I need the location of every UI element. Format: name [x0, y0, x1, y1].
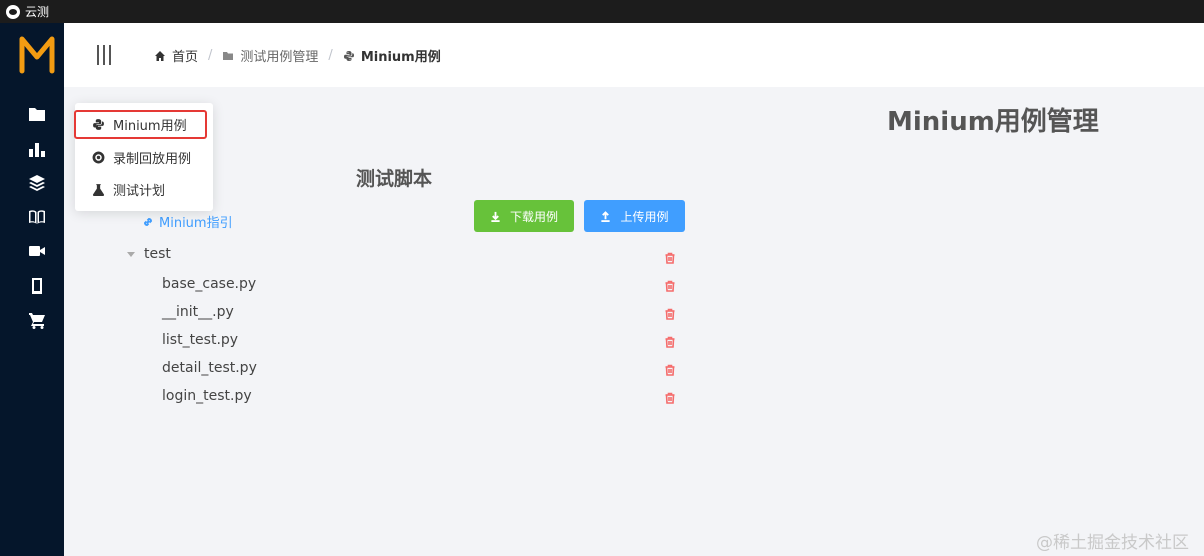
window-title: 云测	[25, 5, 50, 19]
video-camera-icon	[29, 246, 45, 256]
breadcrumb-home-label: 首页	[172, 50, 199, 65]
home-icon	[155, 50, 165, 61]
bar-chart-icon	[29, 143, 45, 157]
highlight-box	[74, 110, 207, 139]
delete-file-button[interactable]	[664, 361, 676, 376]
header: 首页 / 测试用例管理 / Minium用例	[64, 23, 1204, 87]
breadcrumb-case-management[interactable]: 测试用例管理	[222, 46, 318, 65]
folder-icon	[223, 51, 234, 60]
tree-folder-label: test	[144, 246, 171, 262]
sidebar-item-cart[interactable]	[26, 309, 48, 331]
breadcrumb-home[interactable]: 首页	[154, 46, 198, 65]
watermark: @稀土掘金技术社区	[1036, 533, 1189, 553]
upload-button-label: 上传用例	[620, 209, 669, 224]
page-title: Minium用例管理	[887, 107, 1099, 137]
tree-file[interactable]: __init__.py	[162, 304, 234, 320]
delete-file-button[interactable]	[664, 333, 676, 348]
upload-cases-button[interactable]: 上传用例	[584, 200, 685, 232]
menu-item-label: 测试计划	[113, 183, 166, 199]
window-titlebar: 云测	[0, 0, 1204, 23]
flask-icon	[92, 183, 105, 196]
minium-guide-label: Minium指引	[159, 216, 233, 231]
link-icon	[143, 217, 153, 226]
breadcrumb-separator: /	[328, 48, 333, 63]
record-icon	[92, 151, 105, 163]
menu-toggle-icon[interactable]	[97, 45, 111, 65]
tree-file[interactable]: detail_test.py	[162, 360, 257, 376]
layers-icon	[29, 175, 45, 191]
delete-file-button[interactable]	[664, 305, 676, 320]
logo[interactable]	[18, 33, 56, 75]
tree-file[interactable]: login_test.py	[162, 388, 252, 404]
breadcrumb-separator: /	[208, 48, 213, 63]
python-icon	[343, 50, 354, 61]
trash-icon	[665, 280, 675, 292]
sidebar-item-mobile[interactable]	[26, 275, 48, 297]
sidebar-item-video[interactable]	[26, 240, 48, 262]
sidebar	[0, 23, 64, 556]
mobile-icon	[32, 278, 42, 294]
cart-icon	[29, 313, 45, 329]
trash-icon	[665, 252, 675, 264]
minium-guide-link[interactable]: Minium指引	[142, 212, 233, 231]
sidebar-item-book[interactable]	[26, 206, 48, 228]
menu-item-test-plan[interactable]: 测试计划	[75, 174, 213, 204]
upload-icon	[601, 210, 611, 222]
breadcrumb: 首页 / 测试用例管理 / Minium用例	[154, 46, 441, 65]
delete-file-button[interactable]	[664, 389, 676, 404]
trash-icon	[665, 392, 675, 404]
tree-folder[interactable]: test	[127, 246, 171, 262]
wechat-icon	[6, 4, 20, 19]
menu-item-record-replay[interactable]: 录制回放用例	[75, 142, 213, 172]
trash-icon	[665, 308, 675, 320]
tree-file[interactable]: list_test.py	[162, 332, 238, 348]
sidebar-item-folder[interactable]	[26, 103, 48, 125]
download-button-label: 下载用例	[509, 209, 558, 224]
delete-folder-button[interactable]	[664, 249, 676, 264]
trash-icon	[665, 364, 675, 376]
trash-icon	[665, 336, 675, 348]
sidebar-item-layers[interactable]	[26, 172, 48, 194]
menu-item-label: 录制回放用例	[113, 151, 192, 167]
sidebar-item-chart[interactable]	[26, 138, 48, 160]
breadcrumb-current: Minium用例	[343, 46, 441, 65]
tree-file[interactable]: base_case.py	[162, 276, 256, 292]
download-cases-button[interactable]: 下载用例	[474, 200, 574, 232]
book-icon	[29, 210, 45, 224]
download-icon	[491, 211, 500, 222]
breadcrumb-section-label: 测试用例管理	[240, 50, 319, 65]
delete-file-button[interactable]	[664, 277, 676, 292]
caret-down-icon[interactable]	[127, 251, 135, 257]
folder-icon	[29, 108, 45, 121]
section-title: 测试脚本	[356, 168, 433, 190]
breadcrumb-current-label: Minium用例	[360, 50, 441, 65]
